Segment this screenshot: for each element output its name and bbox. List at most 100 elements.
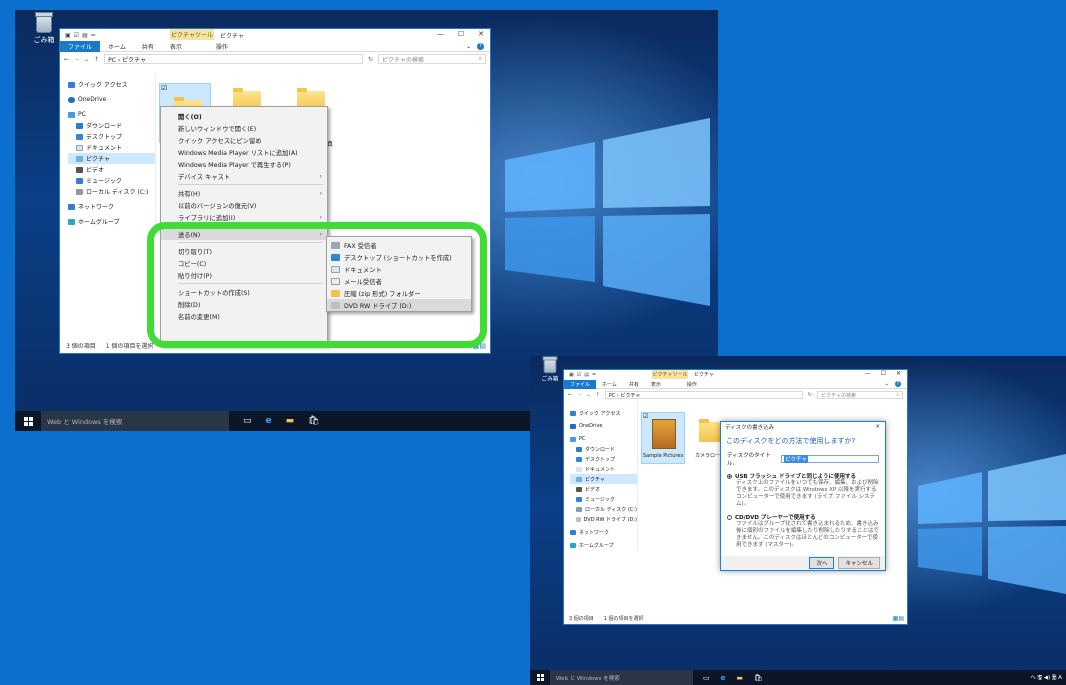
back-icon[interactable]: ← xyxy=(568,392,572,398)
maximize-icon[interactable]: ☐ xyxy=(881,370,886,377)
nav-item-downloads[interactable]: ダウンロード xyxy=(570,444,637,454)
minimize-icon[interactable]: — xyxy=(865,370,871,377)
refresh-icon[interactable]: ↻ xyxy=(808,392,812,398)
address-bar[interactable]: PC › ピクチャ xyxy=(104,54,363,64)
help-icon[interactable]: ? xyxy=(895,381,901,387)
search-input[interactable]: ピクチャの検索 ⌕ xyxy=(817,391,903,399)
menu-share[interactable]: 共有(H) › xyxy=(161,187,327,199)
view-toggle[interactable]: ▦▤ xyxy=(893,615,904,622)
nav-item-local-disk[interactable]: ローカル ディスク (C:) xyxy=(570,504,637,514)
nav-item-documents[interactable]: ドキュメント xyxy=(68,142,155,153)
tab-manage[interactable]: 操作 xyxy=(208,41,236,52)
back-icon[interactable]: ← xyxy=(64,56,69,63)
tab-view[interactable]: 表示 xyxy=(645,380,667,389)
nav-item-pictures[interactable]: ピクチャ xyxy=(68,153,155,164)
nav-item-music[interactable]: ミュージック xyxy=(570,494,637,504)
nav-item-quick-access[interactable]: クイック アクセス xyxy=(570,408,637,418)
task-view-icon[interactable]: ▭ xyxy=(703,674,710,682)
close-icon[interactable]: ✕ xyxy=(875,424,880,430)
option-mastered[interactable]: CD/DVD プレーヤーで使用する ファイルはグループ化されて書き込まれるため、… xyxy=(721,510,885,551)
taskbar-search[interactable]: Web と Windows を検索 xyxy=(41,411,229,431)
menu-restore-versions[interactable]: 以前のバージョンの復元(V) xyxy=(161,199,327,211)
menu-add-wmp-list[interactable]: Windows Media Player リストに追加(A) xyxy=(161,146,327,158)
minimize-icon[interactable]: — xyxy=(437,30,444,38)
start-button[interactable] xyxy=(530,670,550,685)
tab-manage[interactable]: 操作 xyxy=(681,380,703,389)
forward-icon[interactable]: → xyxy=(577,392,581,398)
nav-item-homegroup[interactable]: ホームグループ xyxy=(570,540,637,550)
nav-item-onedrive[interactable]: OneDrive xyxy=(570,421,637,431)
up-icon[interactable]: ↑ xyxy=(596,392,600,398)
recent-dropdown-icon[interactable]: ⌄ xyxy=(586,392,590,398)
tab-home[interactable]: ホーム xyxy=(596,380,623,389)
nav-item-pictures[interactable]: ピクチャ xyxy=(570,474,637,484)
picture-tools-tab[interactable]: ピクチャツール xyxy=(652,370,688,379)
checkbox-icon[interactable]: ☑ xyxy=(74,32,79,39)
nav-item-pc[interactable]: PC xyxy=(68,109,155,120)
nav-item-dvd-drive[interactable]: DVD RW ドライブ (D:) xyxy=(570,514,637,524)
next-button[interactable]: 次へ xyxy=(809,557,835,569)
file-explorer-icon[interactable]: ▬ xyxy=(286,416,295,426)
tab-view[interactable]: 表示 xyxy=(162,41,190,52)
dropdown-icon[interactable]: = xyxy=(91,32,96,39)
folder-new-icon[interactable]: ▤ xyxy=(584,372,589,378)
nav-item-local-disk[interactable]: ローカル ディスク (C:) xyxy=(68,186,155,197)
nav-item-pc[interactable]: PC xyxy=(570,434,637,444)
help-icon[interactable]: ? xyxy=(477,42,484,50)
radio-icon[interactable] xyxy=(727,514,732,520)
menu-open-new-window[interactable]: 新しいウィンドウで開く(E) xyxy=(161,122,327,134)
chevron-down-icon[interactable]: ⌄ xyxy=(885,381,889,387)
picture-tools-tab[interactable]: ピクチャツール xyxy=(170,29,214,40)
menu-pin-quick-access[interactable]: クイック アクセスにピン留め xyxy=(161,134,327,146)
maximize-icon[interactable]: ☐ xyxy=(458,30,464,38)
taskbar-search[interactable]: Web と Windows を検索 xyxy=(550,670,693,685)
checkbox-icon[interactable]: ☑ xyxy=(161,84,167,92)
refresh-icon[interactable]: ↻ xyxy=(368,56,373,63)
folder-icon[interactable]: ▣ xyxy=(65,32,71,39)
cancel-button[interactable]: キャンセル xyxy=(838,557,880,569)
store-icon[interactable]: 🛍 xyxy=(308,416,319,426)
up-icon[interactable]: ↑ xyxy=(94,56,99,63)
menu-play-wmp[interactable]: Windows Media Player で再生する(P) xyxy=(161,158,327,170)
nav-item-desktop[interactable]: デスクトップ xyxy=(68,131,155,142)
edge-icon[interactable]: e xyxy=(721,674,726,682)
tab-share[interactable]: 共有 xyxy=(623,380,645,389)
nav-item-videos[interactable]: ビデオ xyxy=(68,164,155,175)
nav-item-network[interactable]: ネットワーク xyxy=(570,527,637,537)
nav-item-downloads[interactable]: ダウンロード xyxy=(68,120,155,131)
recycle-bin[interactable]: ごみ箱 xyxy=(29,12,59,45)
radio-selected-icon[interactable] xyxy=(727,473,732,479)
search-input[interactable]: ピクチャの検索 ⌕ xyxy=(378,54,486,64)
recycle-bin[interactable]: ごみ箱 xyxy=(538,356,562,383)
forward-icon[interactable]: → xyxy=(74,56,79,63)
address-bar[interactable]: PC › ピクチャ xyxy=(604,391,803,399)
tab-share[interactable]: 共有 xyxy=(134,41,162,52)
folder-new-icon[interactable]: ▤ xyxy=(82,32,88,39)
nav-item-music[interactable]: ミュージック xyxy=(68,175,155,186)
chevron-down-icon[interactable]: ⌄ xyxy=(466,43,471,50)
close-icon[interactable]: ✕ xyxy=(896,370,901,377)
nav-item-quick-access[interactable]: クイック アクセス xyxy=(68,79,155,90)
tab-home[interactable]: ホーム xyxy=(100,41,134,52)
menu-device-cast[interactable]: デバイス キャスト › xyxy=(161,170,327,182)
checkbox-icon[interactable]: ☑ xyxy=(643,413,648,420)
menu-open[interactable]: 開く(O) xyxy=(161,110,327,122)
dropdown-icon[interactable]: = xyxy=(592,372,596,378)
folder-item-selected[interactable]: ☑ Sample Pictures xyxy=(641,412,685,464)
recent-dropdown-icon[interactable]: ⌄ xyxy=(84,56,89,63)
nav-item-videos[interactable]: ビデオ xyxy=(570,484,637,494)
file-explorer-icon[interactable]: ▬ xyxy=(736,674,743,682)
nav-item-onedrive[interactable]: OneDrive xyxy=(68,94,155,105)
folder-icon[interactable]: ▣ xyxy=(569,372,574,378)
system-tray[interactable]: へ 🖫 ◀) 🗎 A xyxy=(1030,673,1066,683)
start-button[interactable] xyxy=(15,411,41,431)
edge-icon[interactable]: e xyxy=(266,416,272,426)
disc-title-input[interactable]: ピクチャ xyxy=(780,455,879,463)
tab-file[interactable]: ファイル xyxy=(60,40,101,52)
store-icon[interactable]: 🛍 xyxy=(754,674,763,682)
nav-item-network[interactable]: ネットワーク xyxy=(68,201,155,212)
nav-item-desktop[interactable]: デスクトップ xyxy=(570,454,637,464)
nav-item-documents[interactable]: ドキュメント xyxy=(570,464,637,474)
option-live-file-system[interactable]: USB フラッシュ ドライブと同じように使用する ディスク上のファイルをいつでも… xyxy=(721,469,885,510)
task-view-icon[interactable]: ▭ xyxy=(243,416,252,426)
